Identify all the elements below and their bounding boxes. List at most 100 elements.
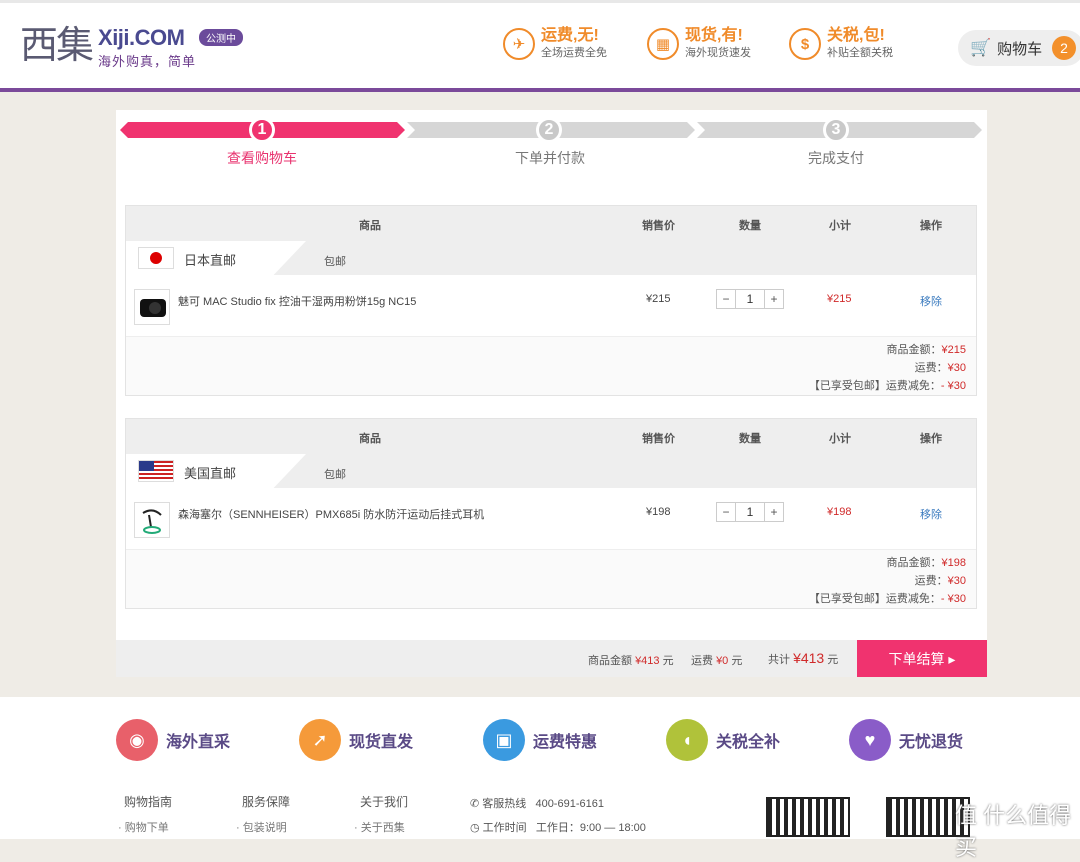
shipping-amount: ¥30 [947,362,966,374]
decrease-button[interactable]: − [717,290,735,308]
step-label-3: 完成支付 [808,150,864,166]
cart-group-japan: 商品 销售价 数量 小计 操作 日本直邮 包邮 魅可 MAC Studio fi… [125,205,977,396]
qr-code-icon [766,797,850,837]
top-header: 西集 Xiji.COM 海外购真，简单 公测中 ✈ 运费,无! 全场运费全免 ▦ … [0,0,1080,92]
footer-link[interactable]: · 购物下单 [118,819,169,835]
promo-tax: $ 关税,包! 补贴全额关税 [789,27,893,61]
feature-label: 运费特惠 [533,734,598,751]
checkout-button[interactable]: 下单结算 ▸ [857,640,987,677]
discount-amount: - ¥30 [940,380,966,392]
promo-subtitle: 全场运费全免 [541,47,607,59]
gift-icon: ▦ [647,28,679,60]
feature-shipping-discount: ▣ 运费特惠 [483,719,597,761]
remove-link[interactable]: 移除 [920,506,942,522]
header-subtotal: 小计 [829,220,851,232]
promo-title: 关税,包! [827,27,885,44]
item-subtotal: ¥215 [827,293,852,305]
group-summary: 商品金额：¥215 运费：¥30 【已享受包邮】运费减免：- ¥30 [126,337,976,395]
footer-link[interactable]: · 关于西集 [354,819,405,835]
clock-icon: ◷ [470,822,480,834]
shipping-amount: ¥30 [947,575,966,587]
header-product: 商品 [359,433,381,445]
discount-label: 【已享受包邮】运费减免： [808,380,941,392]
step-number-3: 3 [823,117,849,143]
table-header: 商品 销售价 数量 小计 操作 [126,419,976,454]
logo-slogan: 海外购真，简单 [98,54,197,69]
feature-label: 关税全补 [716,734,781,751]
increase-button[interactable]: + [765,503,783,521]
product-thumbnail[interactable] [134,289,170,325]
increase-button[interactable]: + [765,290,783,308]
header-qty: 数量 [739,433,761,445]
quantity-value[interactable]: 1 [735,290,765,308]
discount-amount: - ¥30 [940,593,966,605]
hotline: ✆ 客服热线 400-691-6161 [470,795,604,811]
ship-from-label: 美国直邮 [184,466,237,481]
cart-panel: 1 2 3 查看购物车 下单并付款 完成支付 商品 销售价 数量 小计 操作 日… [116,110,987,677]
worktime-value: 工作日：9:00 — 18:00 [535,822,646,834]
promo-in-stock: ▦ 现货,有! 海外现货速发 [647,27,751,61]
bag-icon: ◉ [116,719,158,761]
free-shipping-tag: 包邮 [324,256,346,268]
table-header: 商品 销售价 数量 小计 操作 [126,206,976,241]
piggy-bank-icon: ◖ [666,719,708,761]
goods-amount-label: 商品金额： [886,557,942,569]
step-label-1: 查看购物车 [227,150,297,166]
footer-col-title[interactable]: 服务保障 [242,793,290,810]
feature-in-stock: ➚ 现货直发 [299,719,413,761]
unit: 元 [731,655,743,667]
ship-from-row: 美国直邮 包邮 [126,454,976,488]
japan-flag-icon [138,247,174,269]
footer-col-title[interactable]: 购物指南 [124,793,172,810]
cart-item-row: 魅可 MAC Studio fix 控油干湿两用粉饼15g NC15 ¥215 … [126,275,976,337]
promo-title: 运费,无! [541,27,599,44]
header-product: 商品 [359,220,381,232]
ship-from-label: 日本直邮 [184,253,237,268]
step-number-1: 1 [249,117,275,143]
footer-col-title[interactable]: 关于我们 [360,793,408,810]
product-name[interactable]: 森海塞尔（SENNHEISER）PMX685i 防水防汗运动后挂式耳机 [178,506,484,522]
quantity-stepper[interactable]: − 1 + [716,502,784,522]
step-number-2: 2 [536,117,562,143]
cart-button[interactable]: 🛒 购物车 2 [958,30,1080,66]
product-name[interactable]: 魅可 MAC Studio fix 控油干湿两用粉饼15g NC15 [178,293,416,309]
total-ship-value: ¥0 [716,655,729,667]
footer-link[interactable]: · 包装说明 [236,819,287,835]
feature-overseas-purchase: ◉ 海外直采 [116,719,230,761]
quantity-value[interactable]: 1 [735,503,765,521]
header-action: 操作 [920,433,942,445]
cart-group-usa: 商品 销售价 数量 小计 操作 美国直邮 包邮 森海塞尔（SENNHEISER）… [125,418,977,609]
total-ship-label: 运费 [691,655,713,667]
product-price: ¥215 [646,293,671,305]
free-shipping-tag: 包邮 [324,469,346,481]
grand-total-value: ¥413 [793,650,825,666]
phone-icon: ✆ [470,798,480,810]
header-price: 销售价 [642,220,675,232]
shipping-label: 运费： [914,362,948,374]
worktime-label: 工作时间 [482,822,527,834]
site-footer: ◉ 海外直采 ➚ 现货直发 ▣ 运费特惠 ◖ 关税全补 ♥ 无忧退货 购物指南 … [0,697,1080,839]
total-goods-value: ¥413 [635,655,660,667]
total-goods: 商品金额 ¥413 元 [588,652,674,668]
money-face-icon: $ [789,28,821,60]
product-thumbnail[interactable] [134,502,170,538]
logo-english: Xiji.COM [98,25,185,50]
hotline-label: 客服热线 [482,798,527,810]
quantity-stepper[interactable]: − 1 + [716,289,784,309]
logo-chinese: 西集 [20,23,94,67]
remove-link[interactable]: 移除 [920,293,942,309]
header-qty: 数量 [739,220,761,232]
site-logo[interactable]: 西集 Xiji.COM 海外购真，简单 [20,25,196,70]
total-goods-label: 商品金额 [588,655,632,667]
header-subtotal: 小计 [829,433,851,445]
unit: 元 [827,654,839,666]
item-subtotal: ¥198 [827,506,852,518]
promo-free-shipping: ✈ 运费,无! 全场运费全免 [503,27,607,61]
hotline-number: 400-691-6161 [535,798,604,810]
decrease-button[interactable]: − [717,503,735,521]
cart-count-badge: 2 [1052,36,1076,60]
shipping-label: 运费： [914,575,948,587]
promo-title: 现货,有! [685,27,743,44]
unit: 元 [662,655,674,667]
header-action: 操作 [920,220,942,232]
